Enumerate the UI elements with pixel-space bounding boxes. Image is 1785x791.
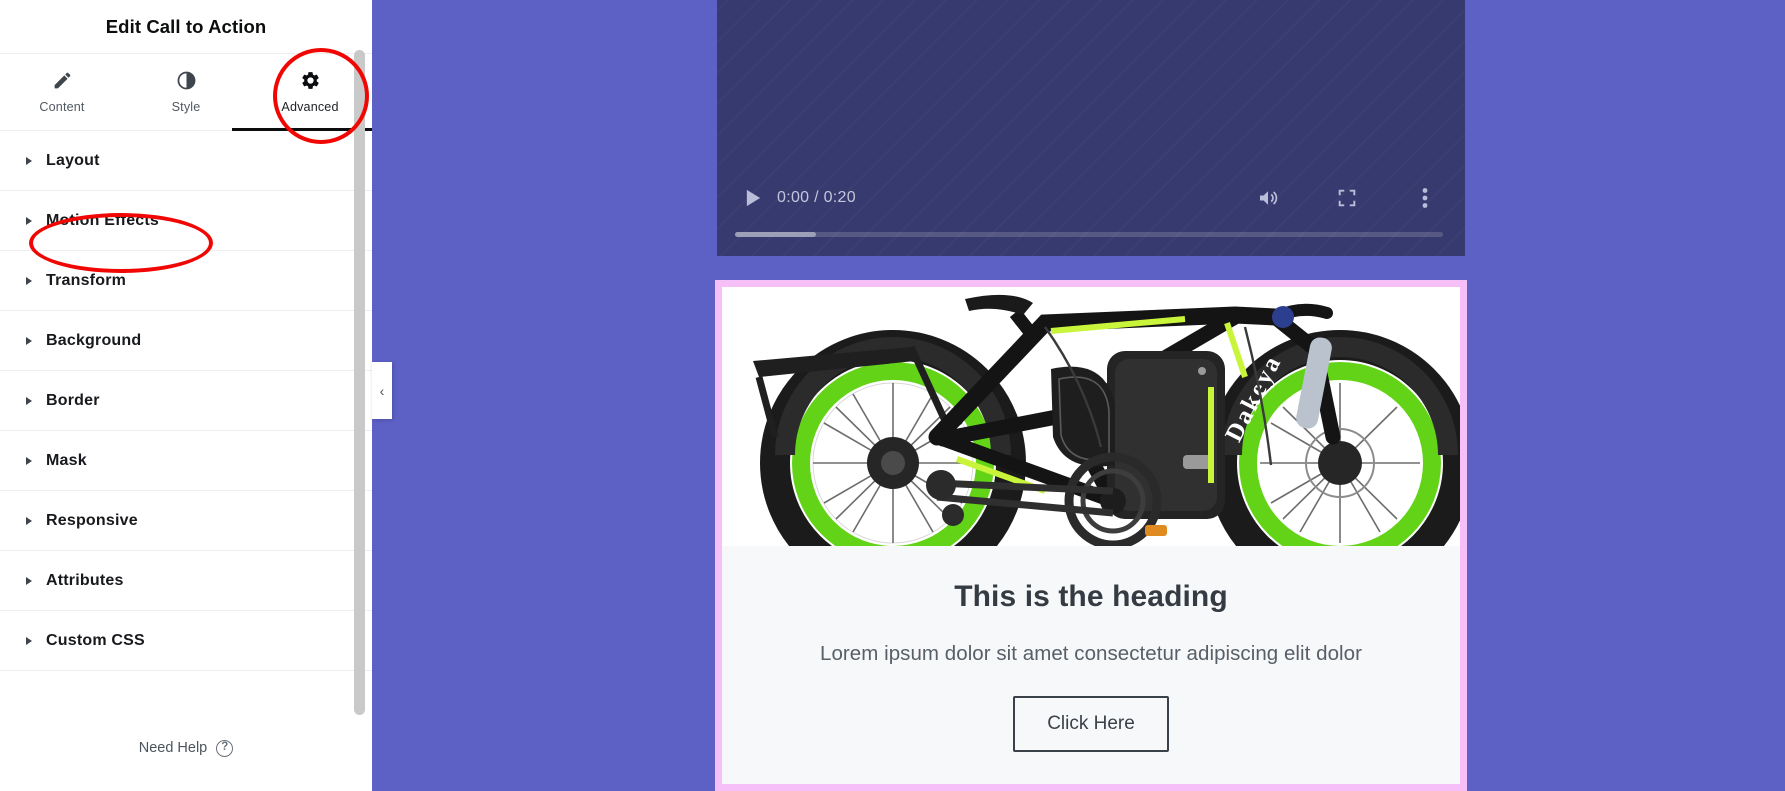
chevron-right-icon (26, 336, 32, 345)
settings-sections: Layout Motion Effects Transform Backgrou… (0, 131, 372, 705)
cta-description: Lorem ipsum dolor sit amet consectetur a… (820, 642, 1362, 665)
page-title: Edit Call to Action (105, 16, 267, 37)
chevron-right-icon (26, 456, 32, 465)
video-controls: 0:00 / 0:20 (717, 164, 1465, 256)
cta-body: This is the heading Lorem ipsum dolor si… (722, 546, 1460, 752)
section-responsive[interactable]: Responsive (0, 491, 372, 551)
elementor-editor-screen: Edit Call to Action Content Style Advanc… (0, 0, 1785, 791)
tab-content-label: Content (39, 100, 85, 114)
chevron-right-icon (26, 276, 32, 285)
section-attributes[interactable]: Attributes (0, 551, 372, 611)
preview-canvas: 0:00 / 0:20 Dakeya This is the heading L… (372, 0, 1785, 791)
section-layout-label: Layout (46, 151, 100, 169)
chevron-right-icon (26, 576, 32, 585)
chevron-right-icon (26, 156, 32, 165)
panel-scrollbar-thumb[interactable] (354, 50, 365, 715)
contrast-icon (176, 70, 197, 91)
panel-tabs: Content Style Advanced (0, 53, 372, 131)
play-icon[interactable] (735, 180, 771, 216)
section-transform[interactable]: Transform (0, 251, 372, 311)
chevron-left-icon: ‹ (379, 382, 385, 399)
video-player[interactable]: 0:00 / 0:20 (717, 0, 1465, 256)
panel-collapse-handle[interactable]: ‹ (372, 362, 392, 419)
gear-icon (300, 70, 321, 91)
video-controls-row: 0:00 / 0:20 (717, 178, 1465, 218)
chevron-right-icon (26, 516, 32, 525)
tab-style-label: Style (171, 100, 201, 114)
panel-scrollbar-track[interactable] (354, 50, 365, 772)
section-background-label: Background (46, 331, 142, 349)
section-background[interactable]: Background (0, 311, 372, 371)
section-border[interactable]: Border (0, 371, 372, 431)
section-motion-effects-label: Motion Effects (46, 211, 160, 229)
video-buffer-indicator (735, 232, 817, 237)
pencil-icon (52, 70, 73, 91)
section-custom-css-label: Custom CSS (46, 631, 145, 649)
chevron-right-icon (26, 636, 32, 645)
cta-image: Dakeya (722, 287, 1460, 546)
section-layout[interactable]: Layout (0, 131, 372, 191)
video-progress-bar[interactable] (735, 232, 1443, 237)
section-attributes-label: Attributes (46, 571, 124, 589)
need-help-link[interactable]: Need Help ? (0, 705, 372, 791)
kebab-menu-icon[interactable] (1407, 180, 1443, 216)
chevron-right-icon (26, 216, 32, 225)
section-custom-css[interactable]: Custom CSS (0, 611, 372, 671)
section-mask-label: Mask (46, 451, 87, 469)
question-circle-icon: ? (216, 739, 234, 757)
tab-content[interactable]: Content (0, 54, 124, 130)
section-responsive-label: Responsive (46, 511, 138, 529)
section-mask[interactable]: Mask (0, 431, 372, 491)
chevron-right-icon (26, 396, 32, 405)
cta-button[interactable]: Click Here (1013, 696, 1169, 752)
volume-icon[interactable] (1251, 180, 1287, 216)
bicycle-illustration: Dakeya (722, 287, 1460, 546)
tab-advanced-label: Advanced (281, 100, 339, 114)
section-motion-effects[interactable]: Motion Effects (0, 191, 372, 251)
cta-heading: This is the heading (954, 580, 1228, 613)
tab-style[interactable]: Style (124, 54, 248, 130)
video-time-display: 0:00 / 0:20 (777, 189, 856, 206)
fullscreen-icon[interactable] (1329, 180, 1365, 216)
editor-panel: Edit Call to Action Content Style Advanc… (0, 0, 372, 791)
call-to-action-widget[interactable]: Dakeya This is the heading Lorem ipsum d… (715, 280, 1467, 791)
need-help-label: Need Help (138, 740, 208, 756)
active-tab-indicator (232, 128, 372, 131)
section-border-label: Border (46, 391, 100, 409)
section-transform-label: Transform (46, 271, 127, 289)
